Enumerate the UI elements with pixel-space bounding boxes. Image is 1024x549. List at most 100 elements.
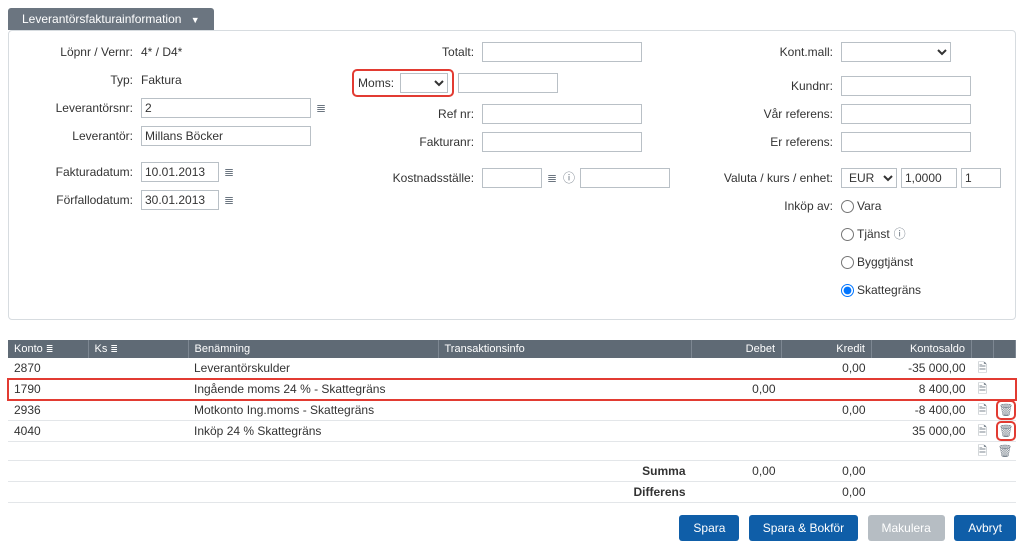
spara-bokfor-button[interactable]: Spara & Bokför	[749, 515, 858, 541]
col-konto[interactable]: Konto ≣	[8, 340, 88, 358]
moms-amount-input[interactable]	[458, 73, 558, 93]
form-panel: Löpnr / Vernr: 4* / D4* Typ: Faktura Lev…	[8, 30, 1016, 320]
list-icon[interactable]: ≣	[314, 101, 328, 115]
cell-kredit	[782, 421, 872, 442]
table-row[interactable]: 🗎🗑	[8, 442, 1016, 461]
summa-debet: 0,00	[692, 461, 782, 482]
typ-value: Faktura	[141, 73, 182, 87]
chevron-down-icon: ▼	[191, 15, 200, 25]
table-row[interactable]: 4040Inköp 24 % Skattegräns35 000,00🗎🗑	[8, 421, 1016, 442]
varref-label: Vår referens:	[711, 107, 841, 121]
cell-trans	[438, 421, 692, 442]
col-trans[interactable]: Transaktionsinfo	[438, 340, 692, 358]
erref-input[interactable]	[841, 132, 971, 152]
col-debet[interactable]: Debet	[692, 340, 782, 358]
document-icon[interactable]: 🗎	[976, 382, 990, 396]
cell-ks	[88, 358, 188, 379]
document-icon[interactable]: 🗎	[976, 444, 990, 458]
kontmall-label: Kont.mall:	[711, 45, 841, 59]
avbryt-button[interactable]: Avbryt	[954, 515, 1016, 541]
spara-button[interactable]: Spara	[679, 515, 739, 541]
inkop-label: Inköp av:	[711, 199, 841, 213]
makulera-button[interactable]: Makulera	[868, 515, 945, 541]
enhet-input[interactable]	[961, 168, 1001, 188]
valuta-label: Valuta / kurs / enhet:	[711, 171, 841, 185]
cell-konto: 2936	[8, 400, 88, 421]
col-benamning[interactable]: Benämning	[188, 340, 438, 358]
differens-label: Differens	[438, 482, 692, 503]
refnr-label: Ref nr:	[352, 107, 482, 121]
cell-debet	[692, 358, 782, 379]
trash-icon[interactable]: 🗑	[999, 424, 1013, 438]
cell-konto	[8, 442, 88, 461]
forfallo-input[interactable]	[141, 190, 219, 210]
info-icon[interactable]: ⓘ	[562, 171, 576, 185]
erref-label: Er referens:	[711, 135, 841, 149]
valuta-select[interactable]: EUR	[841, 168, 897, 188]
document-icon[interactable]: 🗎	[976, 361, 990, 375]
faktdatum-input[interactable]	[141, 162, 219, 182]
col-saldo[interactable]: Kontosaldo	[872, 340, 972, 358]
totalt-label: Totalt:	[352, 45, 482, 59]
fakturanr-input[interactable]	[482, 132, 642, 152]
table-row[interactable]: 1790Ingående moms 24 % - Skattegräns0,00…	[8, 379, 1016, 400]
kurs-input[interactable]	[901, 168, 957, 188]
cell-saldo: 8 400,00	[872, 379, 972, 400]
lopnr-value: 4* / D4*	[141, 45, 182, 59]
cell-konto: 1790	[8, 379, 88, 400]
button-bar: Spara Spara & Bokför Makulera Avbryt	[8, 515, 1016, 541]
cell-debet	[692, 442, 782, 461]
kostnad-desc-input[interactable]	[580, 168, 670, 188]
table-row[interactable]: 2870Leverantörskulder0,00-35 000,00🗎	[8, 358, 1016, 379]
col-ks[interactable]: Ks ≣	[88, 340, 188, 358]
cell-kredit	[782, 442, 872, 461]
kontmall-select[interactable]	[841, 42, 951, 62]
kostnad-input[interactable]	[482, 168, 542, 188]
lev-label: Leverantör:	[23, 129, 141, 143]
table-row[interactable]: 2936Motkonto Ing.moms - Skattegräns0,00-…	[8, 400, 1016, 421]
list-icon[interactable]: ≣	[545, 171, 559, 185]
calendar-icon[interactable]: ≣	[222, 165, 236, 179]
cell-ks	[88, 421, 188, 442]
header-tab[interactable]: Leverantörsfakturainformation ▼	[8, 8, 214, 30]
cell-kredit	[782, 379, 872, 400]
refnr-input[interactable]	[482, 104, 642, 124]
trash-icon[interactable]: 🗑	[999, 403, 1013, 417]
document-icon[interactable]: 🗎	[976, 424, 990, 438]
cell-saldo	[872, 442, 972, 461]
faktdatum-label: Fakturadatum:	[23, 165, 141, 179]
moms-highlight: Moms:	[352, 69, 454, 97]
cell-saldo: 35 000,00	[872, 421, 972, 442]
radio-skatt[interactable]: Skattegräns	[841, 283, 921, 297]
cell-debet	[692, 421, 782, 442]
cell-trans	[438, 400, 692, 421]
grid-header-row: Konto ≣ Ks ≣ Benämning Transaktionsinfo …	[8, 340, 1016, 358]
cell-benamning: Inköp 24 % Skattegräns	[188, 421, 438, 442]
levnr-input[interactable]	[141, 98, 311, 118]
totalt-input[interactable]	[482, 42, 642, 62]
document-icon[interactable]: 🗎	[976, 403, 990, 417]
kundnr-input[interactable]	[841, 76, 971, 96]
cell-saldo: -8 400,00	[872, 400, 972, 421]
cell-kredit: 0,00	[782, 358, 872, 379]
col-trash	[994, 340, 1016, 358]
cell-benamning: Leverantörskulder	[188, 358, 438, 379]
levnr-label: Leverantörsnr:	[23, 101, 141, 115]
cell-trans	[438, 358, 692, 379]
cell-ks	[88, 379, 188, 400]
cell-benamning	[188, 442, 438, 461]
radio-tjanst[interactable]: Tjänst	[841, 227, 890, 241]
info-icon[interactable]: ⓘ	[893, 227, 907, 241]
summa-kredit: 0,00	[782, 461, 872, 482]
col-doc	[972, 340, 994, 358]
moms-select[interactable]	[400, 73, 448, 93]
varref-input[interactable]	[841, 104, 971, 124]
cell-debet	[692, 400, 782, 421]
calendar-icon[interactable]: ≣	[222, 193, 236, 207]
col-kredit[interactable]: Kredit	[782, 340, 872, 358]
lev-input[interactable]	[141, 126, 311, 146]
radio-vara[interactable]: Vara	[841, 199, 881, 213]
radio-bygg[interactable]: Byggtjänst	[841, 255, 913, 269]
header-tab-label: Leverantörsfakturainformation	[22, 12, 181, 26]
trash-icon[interactable]: 🗑	[998, 444, 1012, 458]
